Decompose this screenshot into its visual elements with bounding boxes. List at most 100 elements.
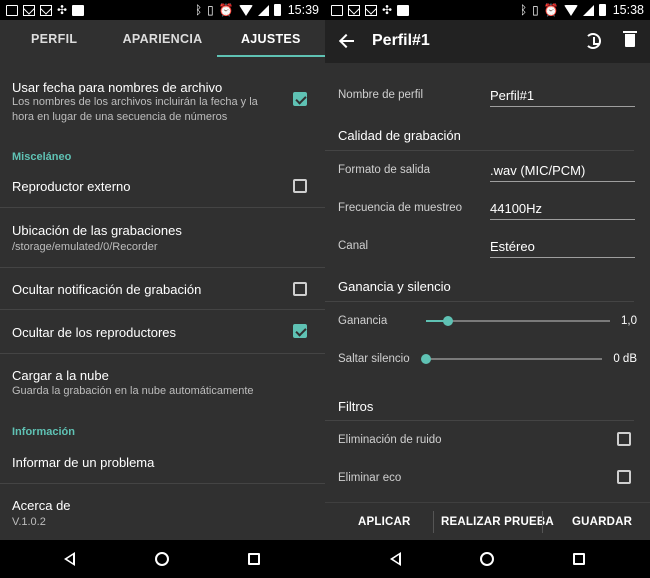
tab-apariencia[interactable]: APARIENCIA <box>108 20 216 57</box>
save-button[interactable]: GUARDAR <box>572 516 632 528</box>
history-icon[interactable] <box>585 33 601 49</box>
nav-recents-icon[interactable] <box>248 553 260 565</box>
channel-select[interactable]: Estéreo <box>490 239 635 258</box>
alarm-icon: ⏰ <box>218 3 234 17</box>
wifi-icon <box>238 4 253 16</box>
settings-screen: ✣ ᛒ ▯ ⏰ 15:39 PERFIL APARIENCIA AJUSTES … <box>0 0 325 540</box>
profile-name-input[interactable]: Perfil#1 <box>490 88 635 107</box>
skip-silence-slider-thumb[interactable] <box>421 354 431 364</box>
tab-ajustes[interactable]: AJUSTES <box>216 20 325 57</box>
use-date-checkbox[interactable] <box>293 92 307 106</box>
skip-silence-value: 0 dB <box>613 353 637 365</box>
setting-hide-notification[interactable]: Ocultar notificación de grabación <box>0 267 325 309</box>
setting-external-player[interactable]: Reproductor externo <box>0 165 325 207</box>
gmail-icon <box>40 4 52 16</box>
external-player-checkbox[interactable] <box>293 179 307 193</box>
pinwheel-icon: ✣ <box>57 3 68 17</box>
section-gain-silence: Ganancia y silencio <box>338 279 451 294</box>
vibrate-icon: ▯ <box>532 3 539 17</box>
nav-back-icon[interactable] <box>390 552 401 566</box>
cell-signal-icon <box>257 4 269 16</box>
gmail-icon <box>23 4 35 16</box>
profile-screen: ✣ ᛒ ▯ ⏰ 15:38 Perfil#1 Nombre de perfil … <box>325 0 650 540</box>
nav-recents-icon[interactable] <box>573 553 585 565</box>
setting-title: Informar de un problema <box>12 455 155 470</box>
section-filters: Filtros <box>338 399 374 414</box>
back-arrow-icon[interactable] <box>339 33 355 49</box>
hide-players-checkbox[interactable] <box>293 324 307 338</box>
divider <box>325 301 634 302</box>
battery-icon <box>273 4 281 16</box>
test-button[interactable]: REALIZAR PRUEBA <box>441 516 554 528</box>
gmail-icon <box>348 4 360 16</box>
action-bar: APLICAR REALIZAR PRUEBA GUARDAR <box>325 502 650 540</box>
photo-app-icon <box>397 4 410 16</box>
app-bar: Perfil#1 <box>325 20 650 63</box>
setting-title: Acerca de <box>12 498 71 513</box>
clock: 15:38 <box>612 3 644 17</box>
status-bar: ✣ ᛒ ▯ ⏰ 15:39 <box>0 0 325 20</box>
setting-use-date[interactable]: Usar fecha para nombres de archivo Los n… <box>0 57 325 139</box>
setting-report-problem[interactable]: Informar de un problema <box>0 441 325 483</box>
image-notification-icon <box>331 4 343 16</box>
setting-title: Ubicación de las grabaciones <box>12 223 182 238</box>
gain-value: 1,0 <box>621 315 637 327</box>
noise-reduction-checkbox[interactable] <box>617 432 631 446</box>
delete-icon[interactable] <box>623 31 637 47</box>
setting-hide-players[interactable]: Ocultar de los reproductores <box>0 309 325 353</box>
cell-signal-icon <box>582 4 594 16</box>
setting-subtitle: Guarda la grabación en la nube automátic… <box>12 385 254 397</box>
echo-cancel-checkbox[interactable] <box>617 470 631 484</box>
wifi-icon <box>563 4 578 16</box>
hide-notification-checkbox[interactable] <box>293 282 307 296</box>
photo-app-icon <box>72 4 85 16</box>
profile-name-label: Nombre de perfil <box>338 89 424 101</box>
vibrate-icon: ▯ <box>207 3 214 17</box>
nav-home-icon[interactable] <box>155 552 169 566</box>
output-format-label: Formato de salida <box>338 164 431 176</box>
sample-rate-label: Frecuencia de muestreo <box>338 202 463 214</box>
echo-cancel-label: Eliminar eco <box>338 472 402 484</box>
setting-recordings-location[interactable]: Ubicación de las grabaciones /storage/em… <box>0 207 325 267</box>
status-bar: ✣ ᛒ ▯ ⏰ 15:38 <box>325 0 650 20</box>
page-title: Perfil#1 <box>372 32 430 49</box>
setting-about[interactable]: Acerca de V.1.0.2 <box>0 483 325 540</box>
bluetooth-icon: ᛒ <box>519 3 528 17</box>
pinwheel-icon: ✣ <box>382 3 393 17</box>
setting-title: Reproductor externo <box>12 179 131 194</box>
setting-upload-cloud[interactable]: Cargar a la nube Guarda la grabación en … <box>0 353 325 413</box>
gain-slider-thumb[interactable] <box>443 316 454 326</box>
setting-subtitle: V.1.0.2 <box>12 516 46 528</box>
divider <box>325 420 634 421</box>
section-recording-quality: Calidad de grabación <box>338 128 461 143</box>
bluetooth-icon: ᛒ <box>194 3 203 17</box>
navigation-bar <box>0 540 650 578</box>
battery-icon <box>598 4 606 16</box>
setting-title: Usar fecha para nombres de archivo <box>12 80 223 95</box>
skip-silence-slider-track[interactable] <box>426 358 602 360</box>
setting-title: Ocultar de los reproductores <box>12 325 177 340</box>
setting-title: Cargar a la nube <box>12 368 109 383</box>
gain-label: Ganancia <box>338 315 388 327</box>
image-notification-icon <box>6 4 18 16</box>
alarm-icon: ⏰ <box>543 3 559 17</box>
divider <box>433 511 434 533</box>
gain-slider-track[interactable] <box>426 320 610 322</box>
noise-reduction-label: Eliminación de ruido <box>338 434 442 446</box>
section-info: Información <box>12 426 75 438</box>
setting-subtitle: Los nombres de los archivos incluirán la… <box>12 96 258 123</box>
setting-subtitle: /storage/emulated/0/Recorder <box>12 241 158 253</box>
channel-label: Canal <box>338 240 369 252</box>
section-misc: Misceláneo <box>12 151 72 163</box>
sample-rate-select[interactable]: 44100Hz <box>490 201 635 220</box>
setting-title: Ocultar notificación de grabación <box>12 282 202 297</box>
tab-perfil[interactable]: PERFIL <box>0 20 108 57</box>
nav-back-icon[interactable] <box>64 552 75 566</box>
tab-bar: PERFIL APARIENCIA AJUSTES <box>0 20 325 57</box>
skip-silence-label: Saltar silencio <box>338 353 410 365</box>
apply-button[interactable]: APLICAR <box>358 516 411 528</box>
nav-home-icon[interactable] <box>480 552 494 566</box>
output-format-select[interactable]: .wav (MIC/PCM) <box>490 163 635 182</box>
clock: 15:39 <box>287 3 319 17</box>
divider <box>325 150 634 151</box>
